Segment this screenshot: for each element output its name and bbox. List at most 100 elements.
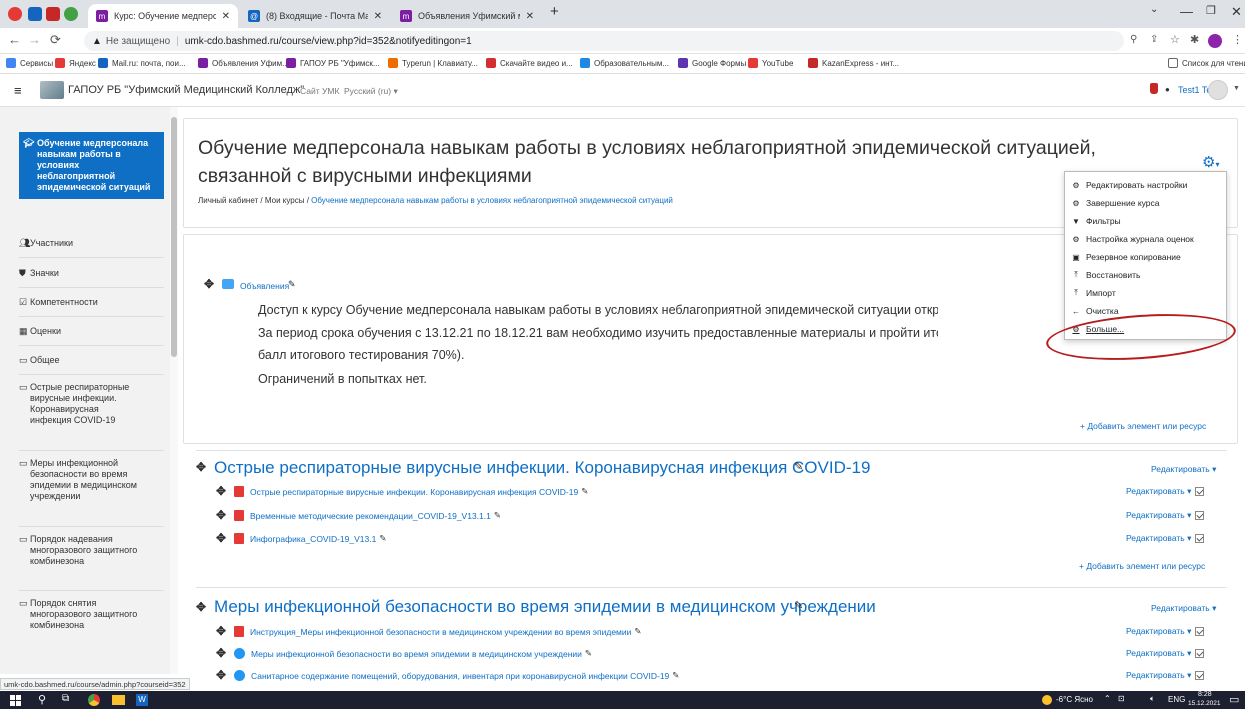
bookmark-gapou[interactable]: ГАПОУ РБ "Уфимск... [286, 58, 380, 68]
search-icon[interactable]: ⚲ [38, 693, 46, 706]
word-taskbar-icon[interactable]: W [136, 694, 148, 706]
menu-item-import[interactable]: ⤒ Импорт [1071, 288, 1116, 298]
menu-item-edit-settings[interactable]: ⚙ Редактировать настройки [1071, 180, 1187, 190]
task-view-icon[interactable]: ⧉ [62, 693, 69, 704]
drawer-item-course[interactable]: 🎓︎ Обучение медперсонала навыкам работы … [19, 132, 164, 199]
move-icon[interactable]: ✥ [216, 668, 226, 682]
activity-edit-menu[interactable]: Редактировать ▾ [1126, 533, 1205, 544]
edit-pencil-icon[interactable]: ✎ [585, 648, 592, 659]
chrome-icon[interactable] [64, 7, 78, 21]
edit-pencil-icon[interactable]: ✎ [288, 279, 296, 290]
minimize-button[interactable]: — [1180, 4, 1193, 19]
section-edit-menu[interactable]: Редактировать ▾ [1151, 464, 1216, 475]
breadcrumb-course[interactable]: Обучение медперсонала навыкам работы в у… [311, 196, 673, 205]
hamburger-icon[interactable]: ≡ [14, 83, 22, 98]
edit-pencil-icon[interactable]: ✎ [494, 510, 501, 521]
completion-checkbox[interactable] [1195, 627, 1205, 637]
activity-edit-menu[interactable]: Редактировать ▾ [1126, 486, 1205, 497]
site-name[interactable]: ГАПОУ РБ "Уфимский Медицинский Колледж" [68, 84, 304, 96]
extensions-icon[interactable]: ✱ [1190, 33, 1199, 46]
maximize-button[interactable]: ❐ [1206, 4, 1216, 17]
bookmark-youtube[interactable]: YouTube [748, 58, 793, 68]
section-edit-menu[interactable]: Редактировать ▾ [1151, 603, 1216, 614]
bookmark-google-forms[interactable]: Google Формы [678, 58, 746, 68]
completion-checkbox[interactable] [1195, 671, 1205, 681]
user-menu-chevron-icon[interactable]: ▼ [1233, 85, 1240, 92]
zoom-icon[interactable]: ⚲ [1130, 34, 1137, 45]
weather-icon[interactable] [1042, 695, 1052, 705]
move-icon[interactable]: ✥ [216, 646, 226, 660]
close-icon[interactable]: ✕ [526, 11, 534, 22]
menu-item-filters[interactable]: ▼ Фильтры [1071, 216, 1121, 226]
add-resource-link[interactable]: + Добавить элемент или ресурс [1079, 561, 1205, 571]
activity-link[interactable]: Инфографика_COVID-19_V13.1 ✎ [234, 533, 386, 544]
completion-checkbox[interactable] [1195, 511, 1205, 521]
bookmark-announcements[interactable]: Объявления Уфим... [198, 58, 289, 68]
activity-link[interactable]: Инструкция_Меры инфекционной безопасност… [234, 626, 642, 637]
bookmark-services[interactable]: Сервисы [6, 58, 53, 68]
edit-pencil-icon[interactable]: ✎ [672, 670, 679, 681]
warning-icon[interactable]: ▲ [92, 36, 102, 47]
forward-icon[interactable]: → [28, 32, 41, 47]
vk-icon[interactable] [28, 7, 42, 21]
activity-link[interactable]: Санитарное содержание помещений, оборудо… [234, 670, 679, 681]
activity-link[interactable]: Острые респираторные вирусные инфекции. … [234, 486, 588, 497]
activity-link[interactable]: Временные методические рекомендации_COVI… [234, 510, 501, 521]
windows-start-icon[interactable] [10, 695, 21, 706]
activity-edit-menu[interactable]: Редактировать ▾ [1126, 626, 1205, 637]
tab-mail[interactable]: @ (8) Входящие - Почта Mail.ru ✕ [240, 4, 390, 28]
drawer-item-participants[interactable]: 👥︎ Участники [19, 238, 164, 249]
activity-edit-menu[interactable]: Редактировать ▾ [1126, 510, 1205, 521]
weather-text[interactable]: -6°C Ясно [1056, 695, 1093, 704]
opera-icon[interactable] [8, 7, 22, 21]
language-menu[interactable]: Русский (ru) ▾ [344, 86, 398, 97]
drawer-item-general[interactable]: ▭ Общее [19, 355, 164, 366]
bookmark-mail[interactable]: Mail.ru: почта, пои... [98, 58, 186, 68]
completion-checkbox[interactable] [1195, 487, 1205, 497]
reading-list-button[interactable]: Список для чтения [1168, 58, 1245, 68]
menu-item-course-completion[interactable]: ⚙ Завершение курса [1071, 198, 1159, 208]
url-field[interactable]: ▲ Не защищено | umk-cdo.bashmed.ru/cours… [84, 31, 1124, 51]
move-icon[interactable]: ✥ [196, 460, 206, 474]
drawer-item-section-1[interactable]: ▭ Острые респираторные вирусные инфекции.… [19, 382, 139, 426]
bookmark-star-icon[interactable]: ☆ [1170, 33, 1180, 46]
tab-search-icon[interactable]: ⌄ [1150, 4, 1158, 15]
user-avatar[interactable] [1208, 80, 1228, 100]
move-icon[interactable]: ✥ [216, 531, 226, 545]
edit-pencil-icon[interactable]: ✎ [379, 533, 386, 544]
bookmark-kazanexpress[interactable]: KazanExpress - инт... [808, 58, 899, 68]
notifications-center-icon[interactable]: ▭ [1229, 693, 1239, 706]
section-title[interactable]: Меры инфекционной безопасности во время … [214, 597, 876, 617]
tray-chevron-icon[interactable]: ⌃ [1104, 694, 1111, 703]
new-tab-button[interactable]: + [550, 3, 559, 20]
clock-date[interactable]: 15.12.2021 [1188, 700, 1221, 707]
volume-icon[interactable]: 🔈︎ [1150, 694, 1155, 704]
share-icon[interactable]: ⇪ [1150, 34, 1158, 45]
bookmark-yandex[interactable]: Яндекс [55, 58, 96, 68]
close-window-button[interactable]: ✕ [1231, 4, 1242, 20]
move-icon[interactable]: ✥ [216, 484, 226, 498]
apps-icon[interactable] [46, 7, 60, 21]
edit-pencil-icon[interactable]: ✎ [634, 626, 641, 637]
menu-item-gradebook-setup[interactable]: ⚙ Настройка журнала оценок [1071, 234, 1193, 244]
bookmark-typerun[interactable]: Typerun | Клавиату... [388, 58, 478, 68]
activity-edit-menu[interactable]: Редактировать ▾ [1126, 648, 1205, 659]
drawer-item-competencies[interactable]: ☑ Компетентности [19, 297, 164, 308]
close-icon[interactable]: ✕ [222, 11, 230, 22]
drawer-item-grades[interactable]: ▦ Оценки [19, 326, 164, 337]
completion-checkbox[interactable] [1195, 534, 1205, 544]
close-icon[interactable]: ✕ [374, 11, 382, 22]
activity-edit-menu[interactable]: Редактировать ▾ [1126, 670, 1205, 681]
drawer-item-section-2[interactable]: ▭ Меры инфекционной безопасности во время… [19, 458, 139, 502]
messages-icon[interactable]: ● [1165, 85, 1170, 94]
activity-link[interactable]: Меры инфекционной безопасности во время … [234, 648, 592, 659]
move-icon[interactable]: ✥ [196, 600, 206, 614]
site-link[interactable]: Сайт УМК [300, 86, 339, 96]
clock-time[interactable]: 8:28 [1198, 691, 1212, 698]
drawer-item-section-4[interactable]: ▭ Порядок снятия многоразового защитного … [19, 598, 139, 631]
language-indicator[interactable]: ENG [1168, 695, 1185, 704]
move-icon[interactable]: ✥ [216, 624, 226, 638]
network-icon[interactable]: ⊡ [1118, 694, 1125, 703]
drawer-item-section-3[interactable]: ▭ Порядок надевания многоразового защитно… [19, 534, 139, 567]
move-icon[interactable]: ✥ [204, 277, 214, 291]
